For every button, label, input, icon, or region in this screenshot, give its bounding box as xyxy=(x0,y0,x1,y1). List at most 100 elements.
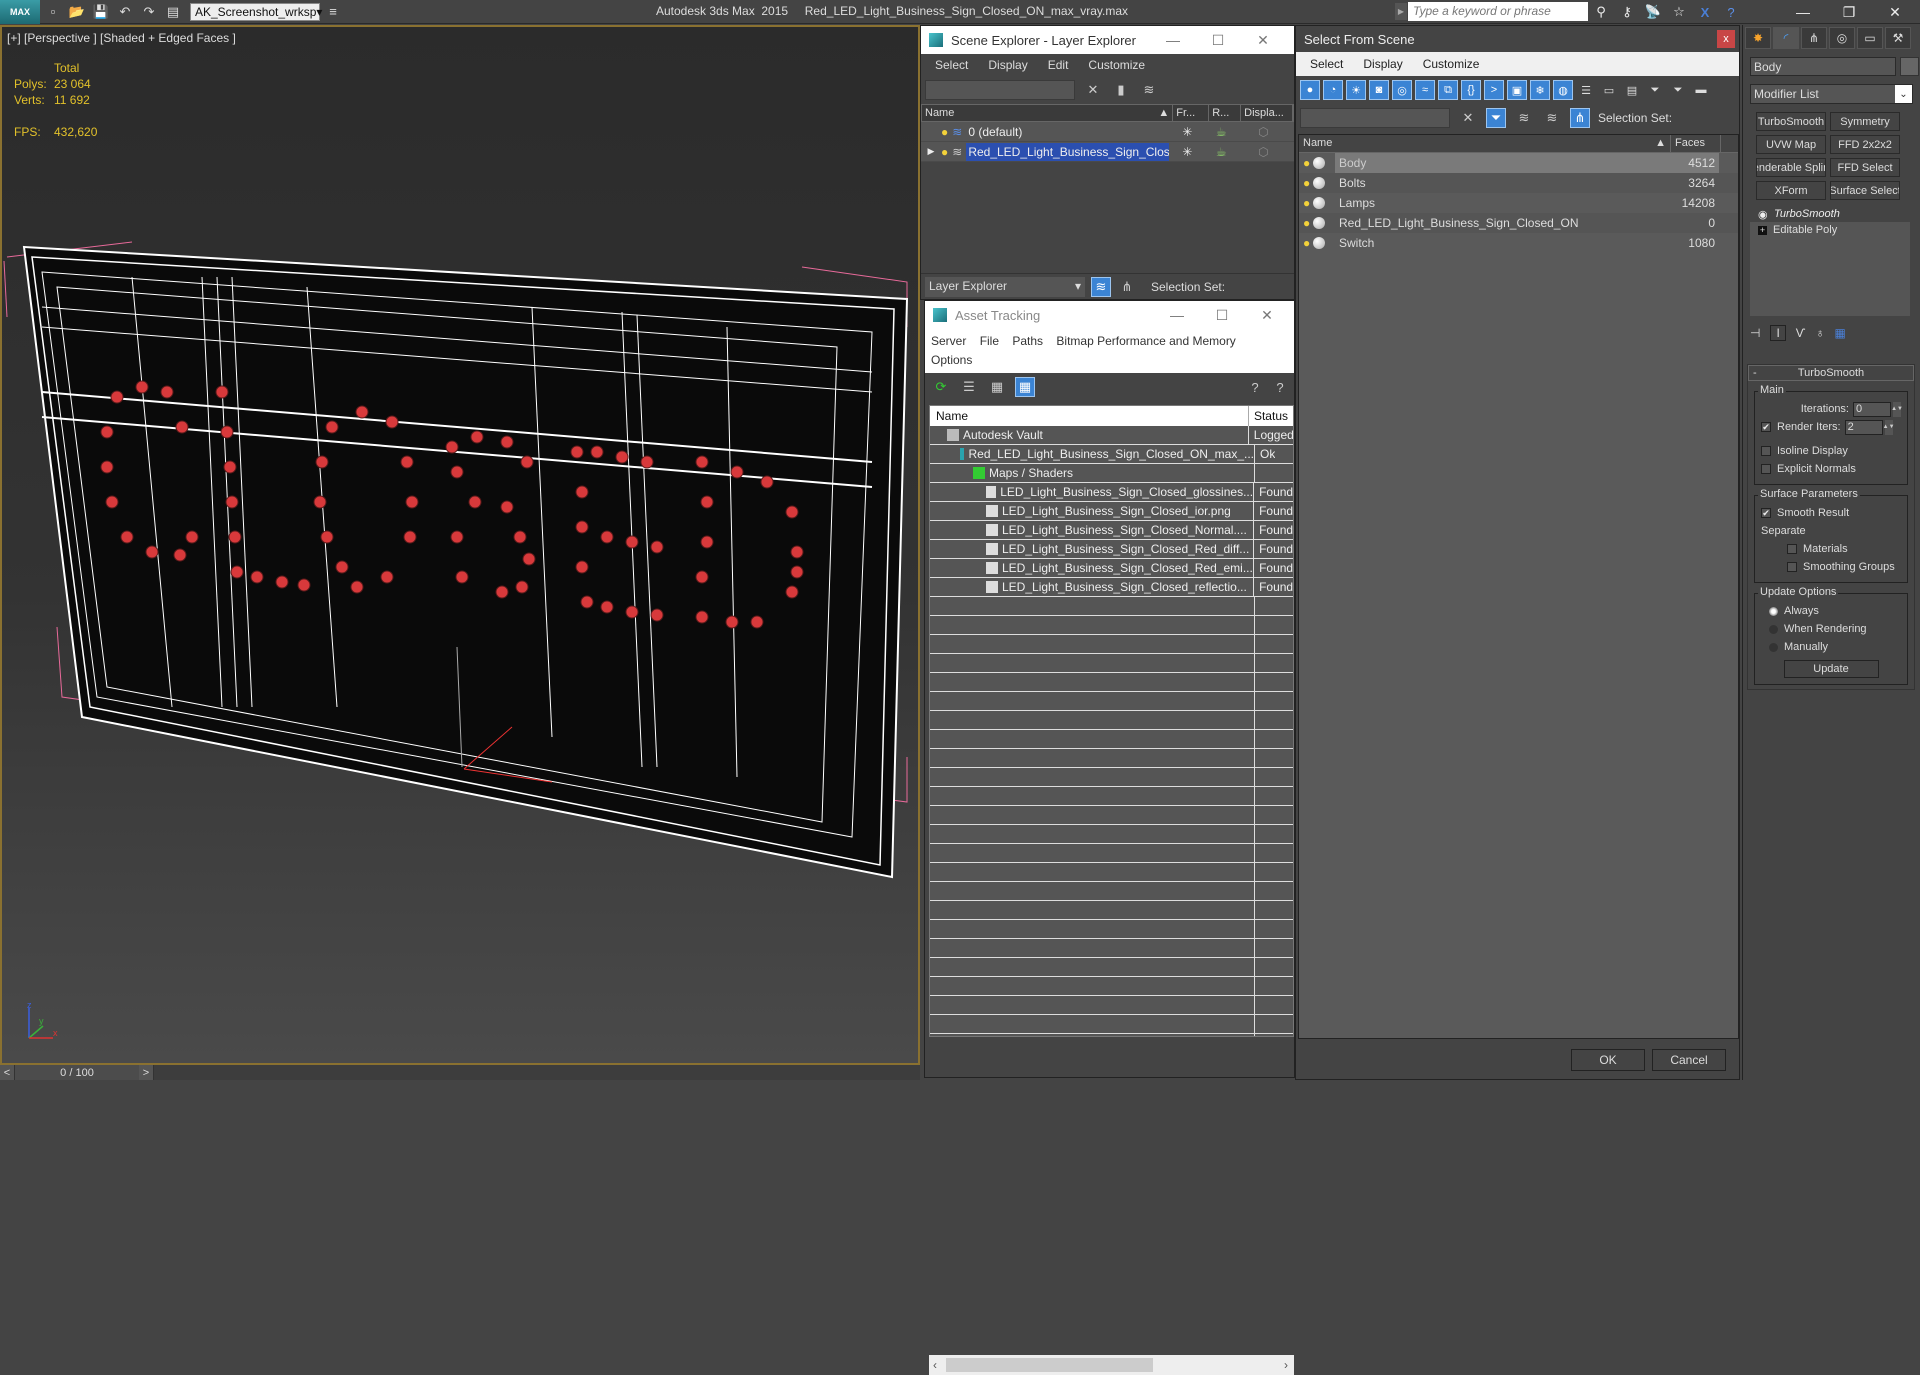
light-bulb-icon[interactable]: ◉ xyxy=(1758,208,1768,221)
layer-row[interactable]: ▶ ● ≋ Red_LED_Light_Business_Sign_Close..… xyxy=(921,142,1294,162)
filter-funnel-icon[interactable]: ⏷ xyxy=(1645,80,1665,100)
time-slider[interactable]: 0 / 100 xyxy=(15,1065,139,1080)
teapot-render-icon[interactable]: ☕ xyxy=(1205,125,1237,139)
minimize-button[interactable]: — xyxy=(1155,301,1199,329)
customize-toolbar-icon[interactable]: ≡ xyxy=(322,2,344,22)
close-button[interactable]: x xyxy=(1717,30,1735,48)
table-view-icon[interactable]: ▦ xyxy=(1015,377,1035,397)
display-tab-icon[interactable]: ▭ xyxy=(1857,27,1883,49)
open-file-icon[interactable]: 📂 xyxy=(66,2,88,22)
select-children-icon[interactable]: ⏷ xyxy=(1486,108,1506,128)
object-row[interactable]: ● Bolts 3264 xyxy=(1299,173,1738,193)
xform-button[interactable]: XForm xyxy=(1756,181,1826,200)
ffd-2x2x2-button[interactable]: FFD 2x2x2 xyxy=(1830,135,1900,154)
ffd-select-button[interactable]: FFD Select xyxy=(1830,158,1900,177)
configure-modifier-sets-icon[interactable]: ▦ xyxy=(1834,326,1845,340)
menu-options[interactable]: Options xyxy=(931,353,972,367)
minimize-button[interactable]: — xyxy=(1151,26,1195,54)
menu-edit[interactable]: Edit xyxy=(1048,58,1069,72)
refresh-icon[interactable]: ⟳ xyxy=(931,377,951,397)
x-icon[interactable]: X xyxy=(1694,2,1716,22)
shapes-filter-icon[interactable]: ◔ xyxy=(1323,80,1343,100)
modifier-list-dropdown[interactable]: Modifier List ⌄ xyxy=(1750,84,1913,104)
display-all-icon[interactable]: ☰ xyxy=(1576,80,1596,100)
menu-file[interactable]: File xyxy=(980,334,999,348)
hierarchy-tab-icon[interactable]: ⋔ xyxy=(1801,27,1827,49)
display-box-icon[interactable]: ⬡ xyxy=(1237,145,1289,159)
spinner-arrows-icon[interactable]: ▲▼ xyxy=(1891,401,1903,417)
hierarchy-icon[interactable]: ⋔ xyxy=(1570,108,1590,128)
search-expand-icon[interactable]: ▶ xyxy=(1395,3,1407,20)
help-icon[interactable]: ? xyxy=(1270,377,1290,397)
key-icon[interactable]: ⚷ xyxy=(1616,2,1638,22)
thumbnail-view-icon[interactable]: ▦ xyxy=(987,377,1007,397)
satellite-icon[interactable]: 📡 xyxy=(1642,2,1664,22)
viewport-label[interactable]: [+] [Perspective ] [Shaded + Edged Faces… xyxy=(7,31,236,45)
close-button[interactable]: ✕ xyxy=(1241,26,1285,54)
redo-icon[interactable]: ↷ xyxy=(138,2,160,22)
groups-filter-icon[interactable]: ⧉ xyxy=(1438,80,1458,100)
object-row[interactable]: ● Lamps 14208 xyxy=(1299,193,1738,213)
bones-filter-icon[interactable]: > xyxy=(1484,80,1504,100)
layer-stack-icon[interactable]: ≋ xyxy=(1542,108,1562,128)
column-freeze[interactable]: Fr... xyxy=(1173,105,1210,121)
create-tab-icon[interactable]: ✸ xyxy=(1745,27,1771,49)
asset-row[interactable]: Autodesk Vault Logged xyxy=(930,425,1293,445)
column-name[interactable]: Name xyxy=(930,406,1249,426)
spinner-arrows-icon[interactable]: ▲▼ xyxy=(1883,419,1895,435)
ok-button[interactable]: OK xyxy=(1571,1049,1645,1071)
vault-help-icon[interactable]: ? xyxy=(1245,377,1265,397)
asset-row[interactable]: Maps / Shaders xyxy=(930,463,1293,483)
helpers-filter-icon[interactable]: ◎ xyxy=(1392,80,1412,100)
object-color-swatch[interactable] xyxy=(1900,57,1919,76)
stack-item-editable-poly[interactable]: + Editable Poly xyxy=(1750,222,1910,238)
geometry-filter-icon[interactable]: ● xyxy=(1300,80,1320,100)
menu-customize[interactable]: Customize xyxy=(1088,58,1145,72)
menu-bitmap-performance[interactable]: Bitmap Performance and Memory xyxy=(1056,334,1235,348)
spacewarps-filter-icon[interactable]: ≈ xyxy=(1415,80,1435,100)
column-faces[interactable]: Faces xyxy=(1671,135,1721,152)
binoculars-icon[interactable]: ⚲ xyxy=(1590,2,1612,22)
manually-radio[interactable] xyxy=(1769,642,1778,652)
light-bulb-icon[interactable]: ● xyxy=(1303,196,1310,210)
cancel-button[interactable]: Cancel xyxy=(1652,1049,1726,1071)
undo-icon[interactable]: ↶ xyxy=(114,2,136,22)
render-iters-spinner[interactable]: 2 xyxy=(1844,419,1883,435)
asset-row[interactable]: LED_Light_Business_Sign_Closed_Normal...… xyxy=(930,520,1293,540)
materials-checkbox[interactable] xyxy=(1787,544,1797,554)
help-icon[interactable]: ? xyxy=(1720,2,1742,22)
when-rendering-radio[interactable] xyxy=(1769,624,1778,634)
menu-paths[interactable]: Paths xyxy=(1012,334,1043,348)
next-frame-button[interactable]: > xyxy=(139,1065,154,1080)
light-bulb-icon[interactable]: ● xyxy=(1303,216,1310,230)
explicit-normals-checkbox[interactable] xyxy=(1761,464,1771,474)
clear-search-icon[interactable]: ✕ xyxy=(1083,80,1103,100)
expand-plus-icon[interactable]: + xyxy=(1758,225,1767,235)
asset-row[interactable]: LED_Light_Business_Sign_Closed_glossines… xyxy=(930,482,1293,502)
column-status[interactable]: Status xyxy=(1249,406,1293,426)
column-render[interactable]: R... xyxy=(1209,105,1242,121)
perspective-viewport[interactable]: [+] [Perspective ] [Shaded + Edged Faces… xyxy=(0,25,920,1065)
menu-select[interactable]: Select xyxy=(935,58,968,72)
hidden-filter-icon[interactable]: ◍ xyxy=(1553,80,1573,100)
find-icon[interactable]: ▬ xyxy=(1691,80,1711,100)
asset-row[interactable]: LED_Light_Business_Sign_Closed_reflectio… xyxy=(930,577,1293,597)
menu-server[interactable]: Server xyxy=(931,334,966,348)
object-row[interactable]: ● Red_LED_Light_Business_Sign_Closed_ON 0 xyxy=(1299,213,1738,233)
renderable-spline-button[interactable]: enderable Splin xyxy=(1756,158,1826,177)
teapot-render-icon[interactable]: ☕ xyxy=(1205,145,1237,159)
asset-row[interactable]: LED_Light_Business_Sign_Closed_ior.png Fo… xyxy=(930,501,1293,521)
column-name[interactable]: Name ▲ xyxy=(1299,135,1671,152)
symmetry-button[interactable]: Symmetry xyxy=(1830,112,1900,131)
previous-frame-button[interactable]: < xyxy=(0,1065,15,1080)
hierarchy-mode-icon[interactable]: ⋔ xyxy=(1117,277,1137,297)
column-name[interactable]: Name ▲ xyxy=(922,105,1174,121)
lights-filter-icon[interactable]: ☀ xyxy=(1346,80,1366,100)
smooth-result-checkbox[interactable]: ✔ xyxy=(1761,508,1771,518)
asset-row[interactable]: Red_LED_Light_Business_Sign_Closed_ON_ma… xyxy=(930,444,1293,464)
keyword-search-input[interactable]: Type a keyword or phrase xyxy=(1408,2,1588,21)
render-iters-checkbox[interactable]: ✔ xyxy=(1761,422,1771,432)
display-none-icon[interactable]: ▭ xyxy=(1599,80,1619,100)
xrefs-filter-icon[interactable]: {} xyxy=(1461,80,1481,100)
new-layer-icon[interactable]: ≋ xyxy=(1139,80,1159,100)
